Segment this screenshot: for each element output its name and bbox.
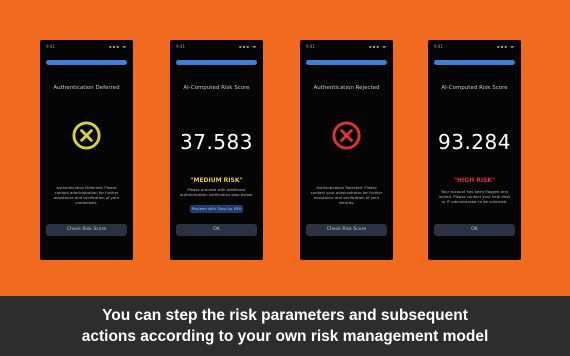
risk-level-label: "HIGH RISK" [453, 177, 496, 184]
message-text: Authentication Deferred: Please contact … [53, 185, 120, 205]
top-progress-bar [46, 60, 127, 65]
status-bar: 9:41 ▪▪▪ ▬ [306, 44, 387, 50]
risk-score-value: 93.284 [438, 130, 511, 154]
screen-title: AI-Computed Risk Score [183, 85, 250, 91]
top-progress-bar [306, 60, 387, 65]
step-up-mfa-button[interactable]: Proceed with Step-Up MFA [190, 205, 243, 213]
status-time: 9:41 [306, 44, 315, 49]
check-risk-score-button[interactable]: Check Risk Score [46, 224, 127, 236]
ok-button[interactable]: OK [434, 224, 515, 236]
caption-line-2: actions according to your own risk manag… [81, 328, 489, 345]
signal-icon: ▪▪▪ ▬ [496, 44, 515, 49]
phone-screen-medium-risk: 9:41 ▪▪▪ ▬ AI-Computed Risk Score 37.583… [170, 40, 263, 260]
top-progress-bar [176, 60, 257, 65]
check-risk-score-button[interactable]: Check Risk Score [306, 224, 387, 236]
status-time: 9:41 [46, 44, 55, 49]
status-bar: 9:41 ▪▪▪ ▬ [176, 44, 257, 50]
message-text: Please proceed with additional authentic… [180, 187, 253, 197]
screen-title: Authentication Deferred [53, 85, 120, 91]
screen-title: AI-Computed Risk Score [441, 85, 508, 91]
signal-icon: ▪▪▪ ▬ [108, 44, 127, 49]
circle-x-icon [332, 121, 361, 150]
risk-score-value: 37.583 [180, 130, 253, 154]
status-time: 9:41 [176, 44, 185, 49]
slide: 9:41 ▪▪▪ ▬ Authentication Deferred Authe… [0, 0, 570, 356]
message-text: Authentication Rejected: Please contact … [310, 185, 383, 205]
signal-icon: ▪▪▪ ▬ [238, 44, 257, 49]
status-time: 9:41 [434, 44, 443, 49]
screen-title: Authentication Rejected [313, 85, 380, 91]
top-progress-bar [434, 60, 515, 65]
ok-button[interactable]: OK [176, 224, 257, 236]
status-bar: 9:41 ▪▪▪ ▬ [434, 44, 515, 50]
message-text: Your account has been flagged and locked… [438, 189, 511, 204]
risk-level-label: "MEDIUM RISK" [190, 177, 243, 184]
circle-x-icon [72, 121, 101, 150]
phone-screen-rejected: 9:41 ▪▪▪ ▬ Authentication Rejected Authe… [300, 40, 393, 260]
phone-screen-deferred: 9:41 ▪▪▪ ▬ Authentication Deferred Authe… [40, 40, 133, 260]
caption-banner: You can step the risk parameters and sub… [0, 296, 570, 356]
phone-screen-high-risk: 9:41 ▪▪▪ ▬ AI-Computed Risk Score 93.284… [428, 40, 521, 260]
caption-line-1: You can step the risk parameters and sub… [102, 307, 468, 324]
signal-icon: ▪▪▪ ▬ [368, 44, 387, 49]
status-bar: 9:41 ▪▪▪ ▬ [46, 44, 127, 50]
orange-background: 9:41 ▪▪▪ ▬ Authentication Deferred Authe… [0, 0, 570, 296]
